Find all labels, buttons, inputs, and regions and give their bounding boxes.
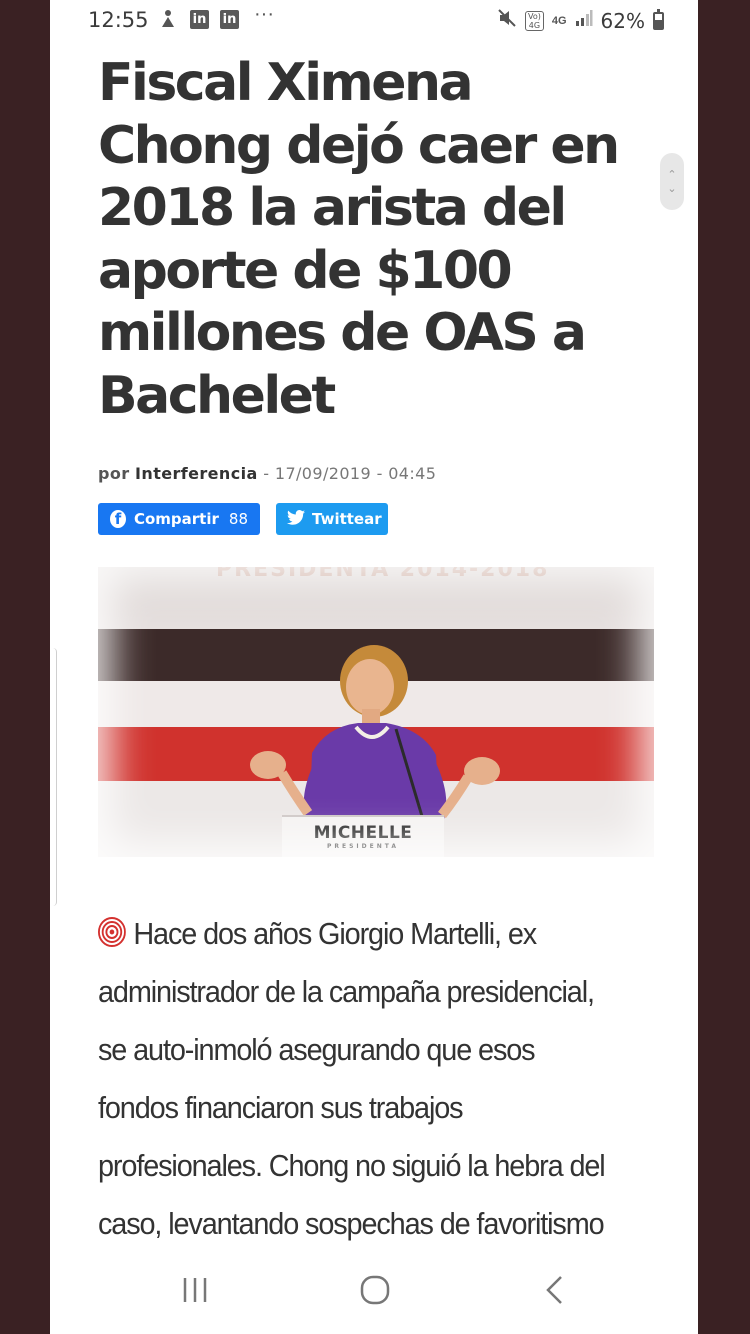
twitter-bird-icon bbox=[287, 509, 305, 529]
article-photo[interactable]: PRESIDENTA 2014-2018 MICHELLE PRESIDENTA bbox=[98, 567, 654, 857]
article-headline: Fiscal Ximena Chong dejó caer en 2018 la… bbox=[98, 53, 620, 426]
scroll-handle[interactable]: ⌃ ⌄ bbox=[660, 153, 684, 210]
home-icon bbox=[360, 1275, 390, 1305]
navigation-bar bbox=[50, 1246, 698, 1334]
linkedin-icon: in bbox=[190, 9, 209, 29]
network-4g-icon: 4G bbox=[551, 15, 567, 27]
status-bar: 12:55 in in ··· Vo) 4G 4G 62% bbox=[50, 0, 698, 40]
chevron-down-icon: ⌄ bbox=[667, 182, 677, 195]
linkedin-icon: in bbox=[220, 9, 239, 29]
back-icon bbox=[546, 1276, 562, 1304]
mute-icon bbox=[497, 8, 517, 34]
back-button[interactable] bbox=[535, 1270, 575, 1310]
facebook-share-label: Compartir bbox=[133, 510, 219, 528]
battery-percent: 62% bbox=[600, 9, 645, 33]
home-button[interactable] bbox=[355, 1270, 395, 1310]
target-icon bbox=[98, 908, 126, 947]
chevron-up-icon: ⌃ bbox=[667, 168, 677, 181]
more-icon: ··· bbox=[254, 2, 274, 25]
photo-vignette bbox=[98, 567, 654, 857]
edge-panel-handle[interactable] bbox=[50, 648, 57, 906]
facebook-icon: f bbox=[110, 510, 126, 528]
browser-screen: 12:55 in in ··· Vo) 4G 4G 62% ⌃ ⌄ Fiscal… bbox=[50, 0, 698, 1334]
article-body: Hace dos años Giorgio Martelli, ex admin… bbox=[98, 905, 619, 1253]
twitter-share-button[interactable]: Twittear bbox=[276, 503, 388, 535]
facebook-share-button[interactable]: f Compartir 88 bbox=[98, 503, 260, 535]
twitter-share-label: Twittear bbox=[312, 510, 382, 528]
notification-icon bbox=[160, 9, 176, 29]
recent-apps-button[interactable] bbox=[175, 1270, 215, 1310]
recent-apps-icon bbox=[183, 1278, 207, 1302]
status-right-group: Vo) 4G 4G 62% bbox=[497, 8, 664, 34]
byline: por Interferencia - 17/09/2019 - 04:45 bbox=[98, 464, 436, 483]
publish-date: - 17/09/2019 - 04:45 bbox=[263, 464, 437, 483]
signal-icon bbox=[575, 9, 593, 33]
byline-prefix: por bbox=[98, 464, 130, 483]
article-body-text: Hace dos años Giorgio Martelli, ex admin… bbox=[98, 916, 606, 1241]
status-time: 12:55 bbox=[88, 8, 149, 32]
author-link[interactable]: Interferencia bbox=[135, 464, 258, 483]
facebook-share-count: 88 bbox=[228, 510, 248, 528]
battery-icon bbox=[653, 9, 664, 30]
volte-icon: Vo) 4G bbox=[524, 11, 544, 31]
